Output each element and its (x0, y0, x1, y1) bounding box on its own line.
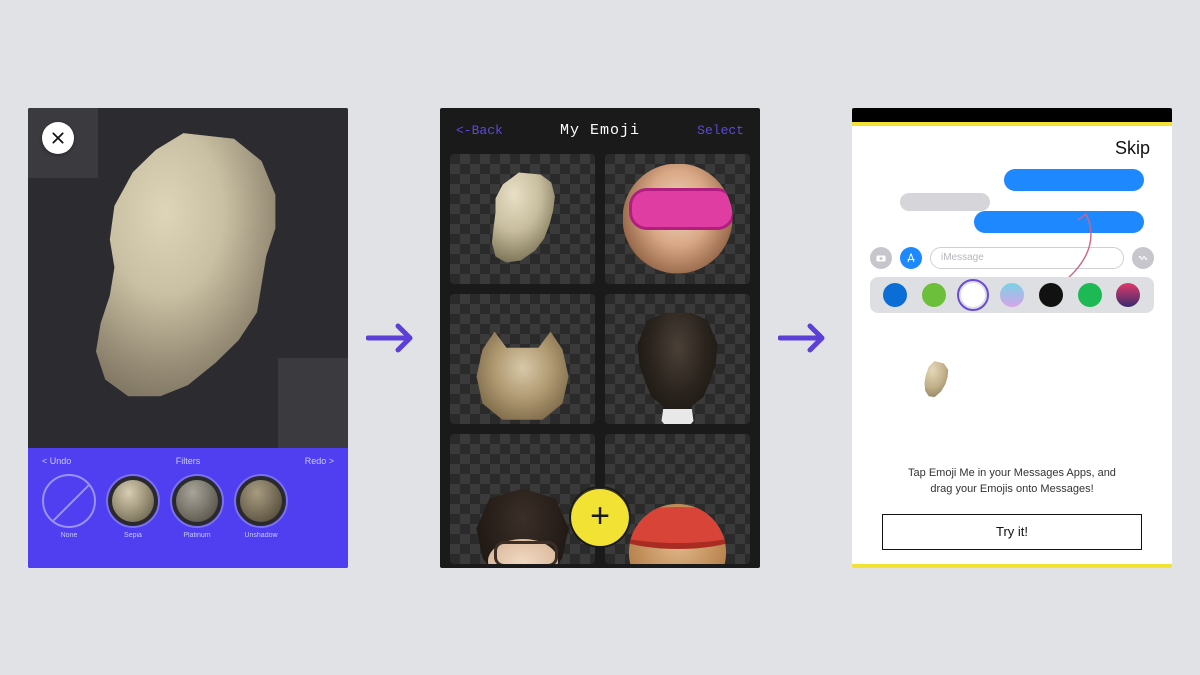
select-button[interactable]: Select (697, 123, 744, 138)
imessage-app-drawer (870, 277, 1154, 313)
message-input[interactable]: iMessage (930, 247, 1124, 269)
close-icon (51, 131, 65, 145)
page-title: My Emoji (560, 122, 640, 139)
back-button[interactable]: <-Back (456, 123, 503, 138)
camera-icon[interactable] (870, 247, 892, 269)
filter-name: Platinum (170, 532, 224, 539)
emoji-cell[interactable] (450, 294, 595, 424)
try-it-button[interactable]: Try it! (882, 514, 1142, 550)
gallery-screen: <-Back My Emoji Select + (440, 108, 760, 568)
drawer-app-mask[interactable] (1116, 283, 1140, 307)
drawer-app-emoji-me[interactable] (961, 283, 985, 307)
appstore-icon[interactable] (900, 247, 922, 269)
filter-unshadow[interactable] (234, 474, 288, 528)
close-button[interactable] (42, 122, 74, 154)
drawer-app-spotify[interactable] (1078, 283, 1102, 307)
dragged-emoji[interactable] (918, 360, 954, 400)
undo-button[interactable]: < Undo (42, 456, 71, 466)
voice-icon[interactable] (1132, 247, 1154, 269)
filter-name: None (42, 532, 96, 539)
status-bar (852, 108, 1172, 122)
message-input-row: iMessage (870, 247, 1154, 269)
chat-bubble-outgoing (974, 211, 1144, 233)
emoji-cell[interactable] (605, 154, 750, 284)
filter-tray: < Undo Filters Redo > None Sepia Platinu… (28, 448, 348, 568)
flow-arrow-icon (778, 318, 834, 358)
drawer-app-loop[interactable] (1039, 283, 1063, 307)
drawer-app-eyes[interactable] (922, 283, 946, 307)
filter-none[interactable] (42, 474, 96, 528)
drawer-app-stickers[interactable] (1000, 283, 1024, 307)
plus-icon: + (590, 497, 610, 536)
chat-bubble-outgoing (1004, 169, 1144, 191)
onboarding-tip: Tap Emoji Me in your Messages Apps, and … (852, 465, 1172, 498)
onboarding-screen: Skip iMessage Tap Emoji Me in you (852, 108, 1172, 568)
flow-arrow-icon (366, 318, 422, 358)
redo-button[interactable]: Redo > (305, 456, 334, 466)
emoji-cell[interactable] (605, 294, 750, 424)
placeholder-text: iMessage (941, 252, 984, 263)
filters-label: Filters (176, 456, 201, 466)
emoji-cell[interactable] (450, 154, 595, 284)
skip-button[interactable]: Skip (852, 126, 1172, 159)
chat-preview (870, 169, 1154, 239)
drawer-app-dropbox[interactable] (883, 283, 907, 307)
editor-canvas[interactable] (28, 108, 348, 448)
add-button[interactable]: + (569, 486, 631, 548)
filter-sepia[interactable] (106, 474, 160, 528)
emoji-cell[interactable] (605, 434, 750, 564)
filter-name: Unshadow (234, 532, 288, 539)
filter-platinum[interactable] (170, 474, 224, 528)
filter-name: Sepia (106, 532, 160, 539)
editor-screen: < Undo Filters Redo > None Sepia Platinu… (28, 108, 348, 568)
chat-bubble-incoming (900, 193, 990, 211)
face-cutout[interactable] (73, 128, 303, 408)
